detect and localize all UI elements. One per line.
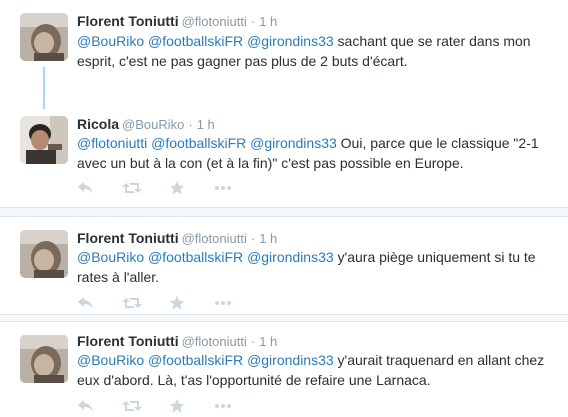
text-span: y'aurait traquenard en allant chez [333,352,545,368]
tweet-divider [0,314,568,322]
mention-link[interactable]: @girondins33 [250,135,337,151]
author-name[interactable]: Ricola [77,116,119,132]
separator: · [250,334,256,349]
tweet-text-line: @BouRiko @footballskiFR @girondins33 sac… [77,31,552,51]
separator: · [188,117,193,132]
separator: · [250,14,256,29]
mention-link[interactable]: @girondins33 [247,352,334,368]
text-span: sachant que se rater dans mon [333,33,531,49]
star-icon[interactable] [169,180,189,196]
timestamp[interactable]: 1 h [259,14,277,29]
tweet-text-line: @BouRiko @footballskiFR @girondins33 y'a… [77,247,552,267]
tweet-text-line: eux d'abord. Là, t'as l'opportunité de r… [77,372,431,388]
mention-link[interactable]: @BouRiko [77,33,144,49]
reply-icon[interactable] [77,180,97,196]
tweet-text-line: esprit, c'est ne pas gagner pas plus de … [77,53,408,69]
tweet-text: @flotoniutti @footballskiFR @girondins33… [77,133,552,173]
mention-link[interactable]: @BouRiko [77,249,144,265]
tweet[interactable]: Florent Toniutti @flotoniutti · 1 h @BouRik… [0,0,568,111]
author-handle[interactable]: @flotoniutti [182,231,247,246]
timestamp[interactable]: 1 h [197,117,215,132]
star-icon[interactable] [169,295,189,311]
tweet[interactable]: Florent Toniutti @flotoniutti · 1 h @BouRik… [0,217,568,314]
author-name[interactable]: Florent Toniutti [77,333,179,349]
mention-link[interactable]: @flotoniutti [77,135,147,151]
author-name[interactable]: Florent Toniutti [77,13,179,29]
mention-link[interactable]: @BouRiko [77,352,144,368]
mention-link[interactable]: @girondins33 [247,33,334,49]
tweet-text-line: rates à l'aller. [77,269,160,285]
mention-link[interactable]: @footballskiFR [148,249,243,265]
text-span: Oui, parce que le classique "2-1 [336,135,539,151]
star-icon[interactable] [169,398,189,414]
timestamp[interactable]: 1 h [259,334,277,349]
tweet[interactable]: Ricola @BouRiko · 1 h @flotoniutti @footbal… [0,109,568,207]
author-name[interactable]: Florent Toniutti [77,230,179,246]
reply-icon[interactable] [77,295,97,311]
author-handle[interactable]: @flotoniutti [182,334,247,349]
tweet-text: @BouRiko @footballskiFR @girondins33 y'a… [77,350,552,390]
timestamp[interactable]: 1 h [259,231,277,246]
retweet-icon[interactable] [122,295,142,311]
mention-link[interactable]: @girondins33 [247,249,334,265]
more-dots-icon[interactable] [213,295,233,311]
mention-link[interactable]: @footballskiFR [148,33,243,49]
author-handle[interactable]: @BouRiko [122,117,184,132]
avatar[interactable] [20,335,68,383]
reply-icon[interactable] [77,398,97,414]
tweet[interactable]: Florent Toniutti @flotoniutti · 1 h @BouRik… [0,322,568,417]
tweet-text: @BouRiko @footballskiFR @girondins33 sac… [77,31,552,71]
conversation-thread-line [43,67,45,111]
more-dots-icon[interactable] [213,180,233,196]
retweet-icon[interactable] [122,398,142,414]
tweet-text-line: avec un but à la con (et à la fin)" c'es… [77,155,464,171]
separator: · [250,231,256,246]
mention-link[interactable]: @footballskiFR [148,352,243,368]
tweet-divider [0,207,568,217]
more-dots-icon[interactable] [213,398,233,414]
avatar[interactable] [20,116,68,164]
mention-link[interactable]: @footballskiFR [151,135,246,151]
avatar[interactable] [20,13,68,61]
avatar[interactable] [20,230,68,278]
tweet-text-line: @BouRiko @footballskiFR @girondins33 y'a… [77,350,552,370]
tweet-text: @BouRiko @footballskiFR @girondins33 y'a… [77,247,552,287]
retweet-icon[interactable] [122,180,142,196]
tweet-text-line: @flotoniutti @footballskiFR @girondins33… [77,133,552,153]
author-handle[interactable]: @flotoniutti [182,14,247,29]
text-span: y'aura piège uniquement si tu te [333,249,536,265]
